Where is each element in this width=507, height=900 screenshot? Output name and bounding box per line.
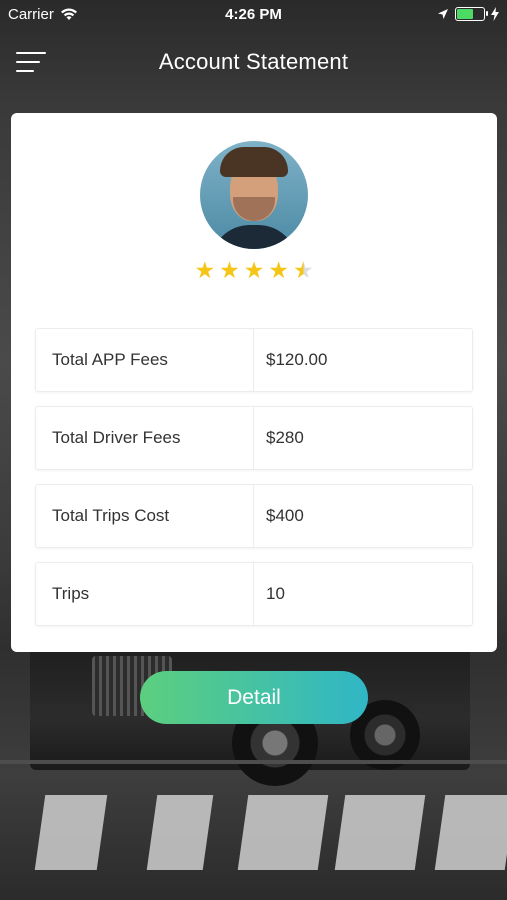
stat-label: Total APP Fees (36, 329, 254, 391)
road-line (0, 760, 507, 764)
stat-label: Total Driver Fees (36, 407, 254, 469)
rating-stars: ★ ★ ★ ★ ★ (11, 259, 497, 282)
stat-value: $280 (266, 428, 304, 447)
page-title: Account Statement (158, 49, 349, 74)
stat-row-app-fees: Total APP Fees $120.00 (35, 328, 473, 392)
stat-row-trips-cost: Total Trips Cost $400 (35, 484, 473, 548)
charging-bolt-icon (491, 7, 499, 21)
stat-value: $400 (266, 506, 304, 525)
crosswalk-stripe (237, 795, 329, 870)
battery-fill (457, 9, 473, 19)
stat-label: Trips (36, 563, 254, 625)
status-bar: Carrier 4:26 PM (0, 0, 507, 28)
stat-value: 10 (266, 584, 285, 603)
crosswalk-stripe (34, 795, 108, 870)
stat-row-driver-fees: Total Driver Fees $280 (35, 406, 473, 470)
avatar (200, 141, 308, 249)
stat-value: $120.00 (266, 350, 328, 369)
carrier-label: Carrier (8, 5, 54, 23)
star-icon: ★ (243, 257, 265, 283)
wifi-icon (60, 8, 77, 20)
crosswalk-stripe (434, 795, 507, 870)
stat-row-trips: Trips 10 (35, 562, 473, 626)
star-icon: ★ (292, 257, 314, 283)
crosswalk-stripe (334, 795, 426, 870)
stats-list: Total APP Fees $120.00 Total Driver Fees… (35, 328, 473, 640)
hamburger-menu-icon[interactable] (16, 50, 46, 74)
detail-button[interactable]: Detail (140, 671, 368, 724)
nav-bar: Account Statement (0, 40, 507, 84)
star-icon: ★ (219, 257, 240, 283)
star-icon: ★ (268, 257, 289, 283)
battery-icon (455, 7, 488, 21)
statement-card: ★ ★ ★ ★ ★ Total APP Fees $120.00 Total Drive… (11, 113, 497, 652)
crosswalk-stripe (146, 795, 214, 870)
star-icon: ★ (194, 257, 216, 283)
location-arrow-icon (438, 9, 448, 19)
stat-label: Total Trips Cost (36, 485, 254, 547)
